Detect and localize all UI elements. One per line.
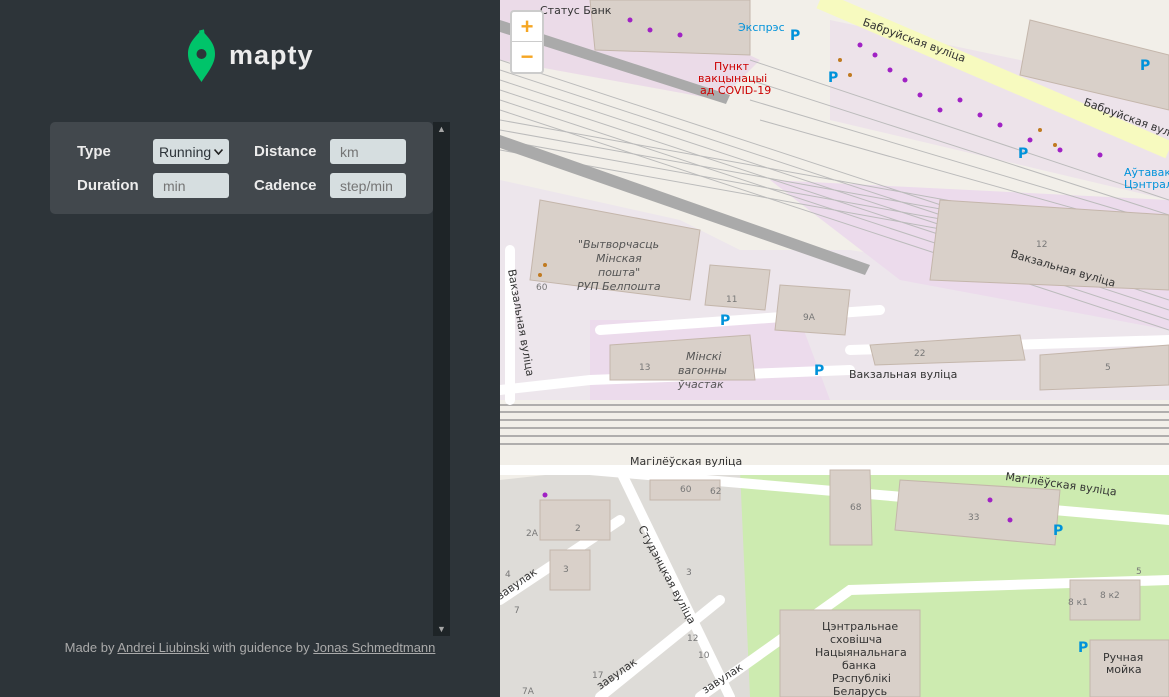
label-post-3: пошта" — [598, 266, 640, 279]
sidebar: mapty Type Running Distance Duration Cad… — [0, 0, 500, 697]
form-row-type: Type Running — [77, 139, 229, 164]
distance-label: Distance — [254, 143, 317, 160]
copyright: Made by Andrei Liubinski with guidence b… — [0, 640, 500, 655]
house-60: 60 — [536, 283, 548, 293]
label-post-1: "Вытворчасць — [578, 238, 659, 251]
label-express: Экспрэс — [738, 21, 785, 34]
duration-label: Duration — [77, 177, 139, 194]
label-mahiliouskaya-1: Магілёўская вуліца — [630, 455, 742, 468]
house-2a: 2А — [526, 529, 539, 539]
type-label: Type — [77, 143, 111, 160]
label-vacc-3: ад COVID-19 — [700, 84, 771, 97]
svg-text:P: P — [814, 363, 824, 379]
svg-text:P: P — [790, 28, 800, 44]
house-7: 7 — [514, 606, 520, 616]
house-11: 11 — [726, 295, 737, 305]
house-4: 4 — [505, 570, 511, 580]
distance-input[interactable] — [330, 139, 406, 164]
house-3b: 3 — [686, 568, 692, 578]
label-wagon-1: Мінскі — [686, 350, 722, 363]
scroll-up-icon[interactable]: ▲ — [433, 122, 450, 136]
svg-text:P: P — [1018, 146, 1028, 162]
house-12b: 12 — [687, 634, 698, 644]
logo-text: mapty — [229, 39, 314, 70]
cadence-input[interactable] — [330, 173, 406, 198]
label-nbrb-2: сховішча — [830, 633, 882, 646]
svg-text:P: P — [1053, 523, 1063, 539]
house-68: 68 — [850, 503, 862, 513]
label-bank: Статус Банк — [540, 4, 612, 17]
house-33: 33 — [968, 513, 979, 523]
logo: mapty — [186, 28, 314, 82]
chevron-down-icon — [214, 148, 223, 155]
label-nbrb-4: банка — [842, 659, 876, 672]
map[interactable]: PPP PPP PP Статус Банк Экспрэс Пункт вак… — [500, 0, 1169, 697]
label-wagon-3: ўчастак — [677, 378, 724, 391]
label-carwash-2: мойка — [1106, 663, 1142, 676]
label-nbrb-1: Цэнтральнае — [822, 620, 898, 633]
svg-text:P: P — [720, 313, 730, 329]
guidance-text: with guidence by — [212, 640, 310, 655]
label-bus-2: Цэнтральн — [1124, 178, 1169, 191]
label-post-4: РУП Белпошта — [577, 280, 661, 293]
zoom-control: + − — [510, 10, 544, 74]
house-8k1: 8 к1 — [1068, 598, 1088, 608]
map-tiles: PPP PPP PP Статус Банк Экспрэс Пункт вак… — [500, 0, 1169, 697]
house-9a: 9А — [803, 313, 816, 323]
label-post-2: Мінская — [596, 252, 642, 265]
label-wagon-2: вагонны — [678, 364, 727, 377]
house-62: 62 — [710, 487, 721, 497]
workout-form: Type Running Distance Duration Cadence — [50, 122, 433, 214]
map-pin-icon — [188, 29, 215, 82]
house-8k2: 8 к2 — [1100, 591, 1120, 601]
author-link[interactable]: Andrei Liubinski — [117, 640, 209, 655]
house-5: 5 — [1105, 363, 1111, 373]
scroll-down-icon[interactable]: ▼ — [433, 622, 450, 636]
house-7a: 7А — [522, 687, 535, 697]
house-12: 12 — [1036, 240, 1047, 250]
house-5b: 5 — [1136, 567, 1142, 577]
house-13: 13 — [639, 363, 650, 373]
form-row-duration: Duration — [77, 173, 229, 198]
house-17: 17 — [592, 671, 603, 681]
type-select-value: Running — [159, 143, 212, 160]
form-row-distance: Distance — [254, 139, 406, 164]
zoom-out-button[interactable]: − — [512, 42, 542, 72]
svg-text:P: P — [828, 70, 838, 86]
svg-text:P: P — [1078, 640, 1088, 656]
svg-text:P: P — [1140, 58, 1150, 74]
form-row-cadence: Cadence — [254, 173, 406, 198]
house-60b: 60 — [680, 485, 692, 495]
label-nbrb-6: Беларусь — [833, 685, 887, 697]
cadence-label: Cadence — [254, 177, 317, 194]
duration-input[interactable] — [153, 173, 229, 198]
type-select[interactable]: Running — [153, 139, 229, 164]
workouts-scrollbar[interactable]: ▲ ▼ — [433, 122, 450, 636]
label-nbrb-3: Нацыянальнага — [815, 646, 907, 659]
label-nbrb-5: Рэспублікі — [832, 672, 891, 685]
house-22: 22 — [914, 349, 925, 359]
house-10: 10 — [698, 651, 710, 661]
zoom-in-button[interactable]: + — [512, 12, 542, 42]
mentor-link[interactable]: Jonas Schmedtmann — [313, 640, 435, 655]
made-by-text: Made by — [64, 640, 115, 655]
label-vakzalnaya-3: Вакзальная вуліца — [849, 368, 957, 381]
house-3: 3 — [563, 565, 569, 575]
house-2: 2 — [575, 524, 581, 534]
